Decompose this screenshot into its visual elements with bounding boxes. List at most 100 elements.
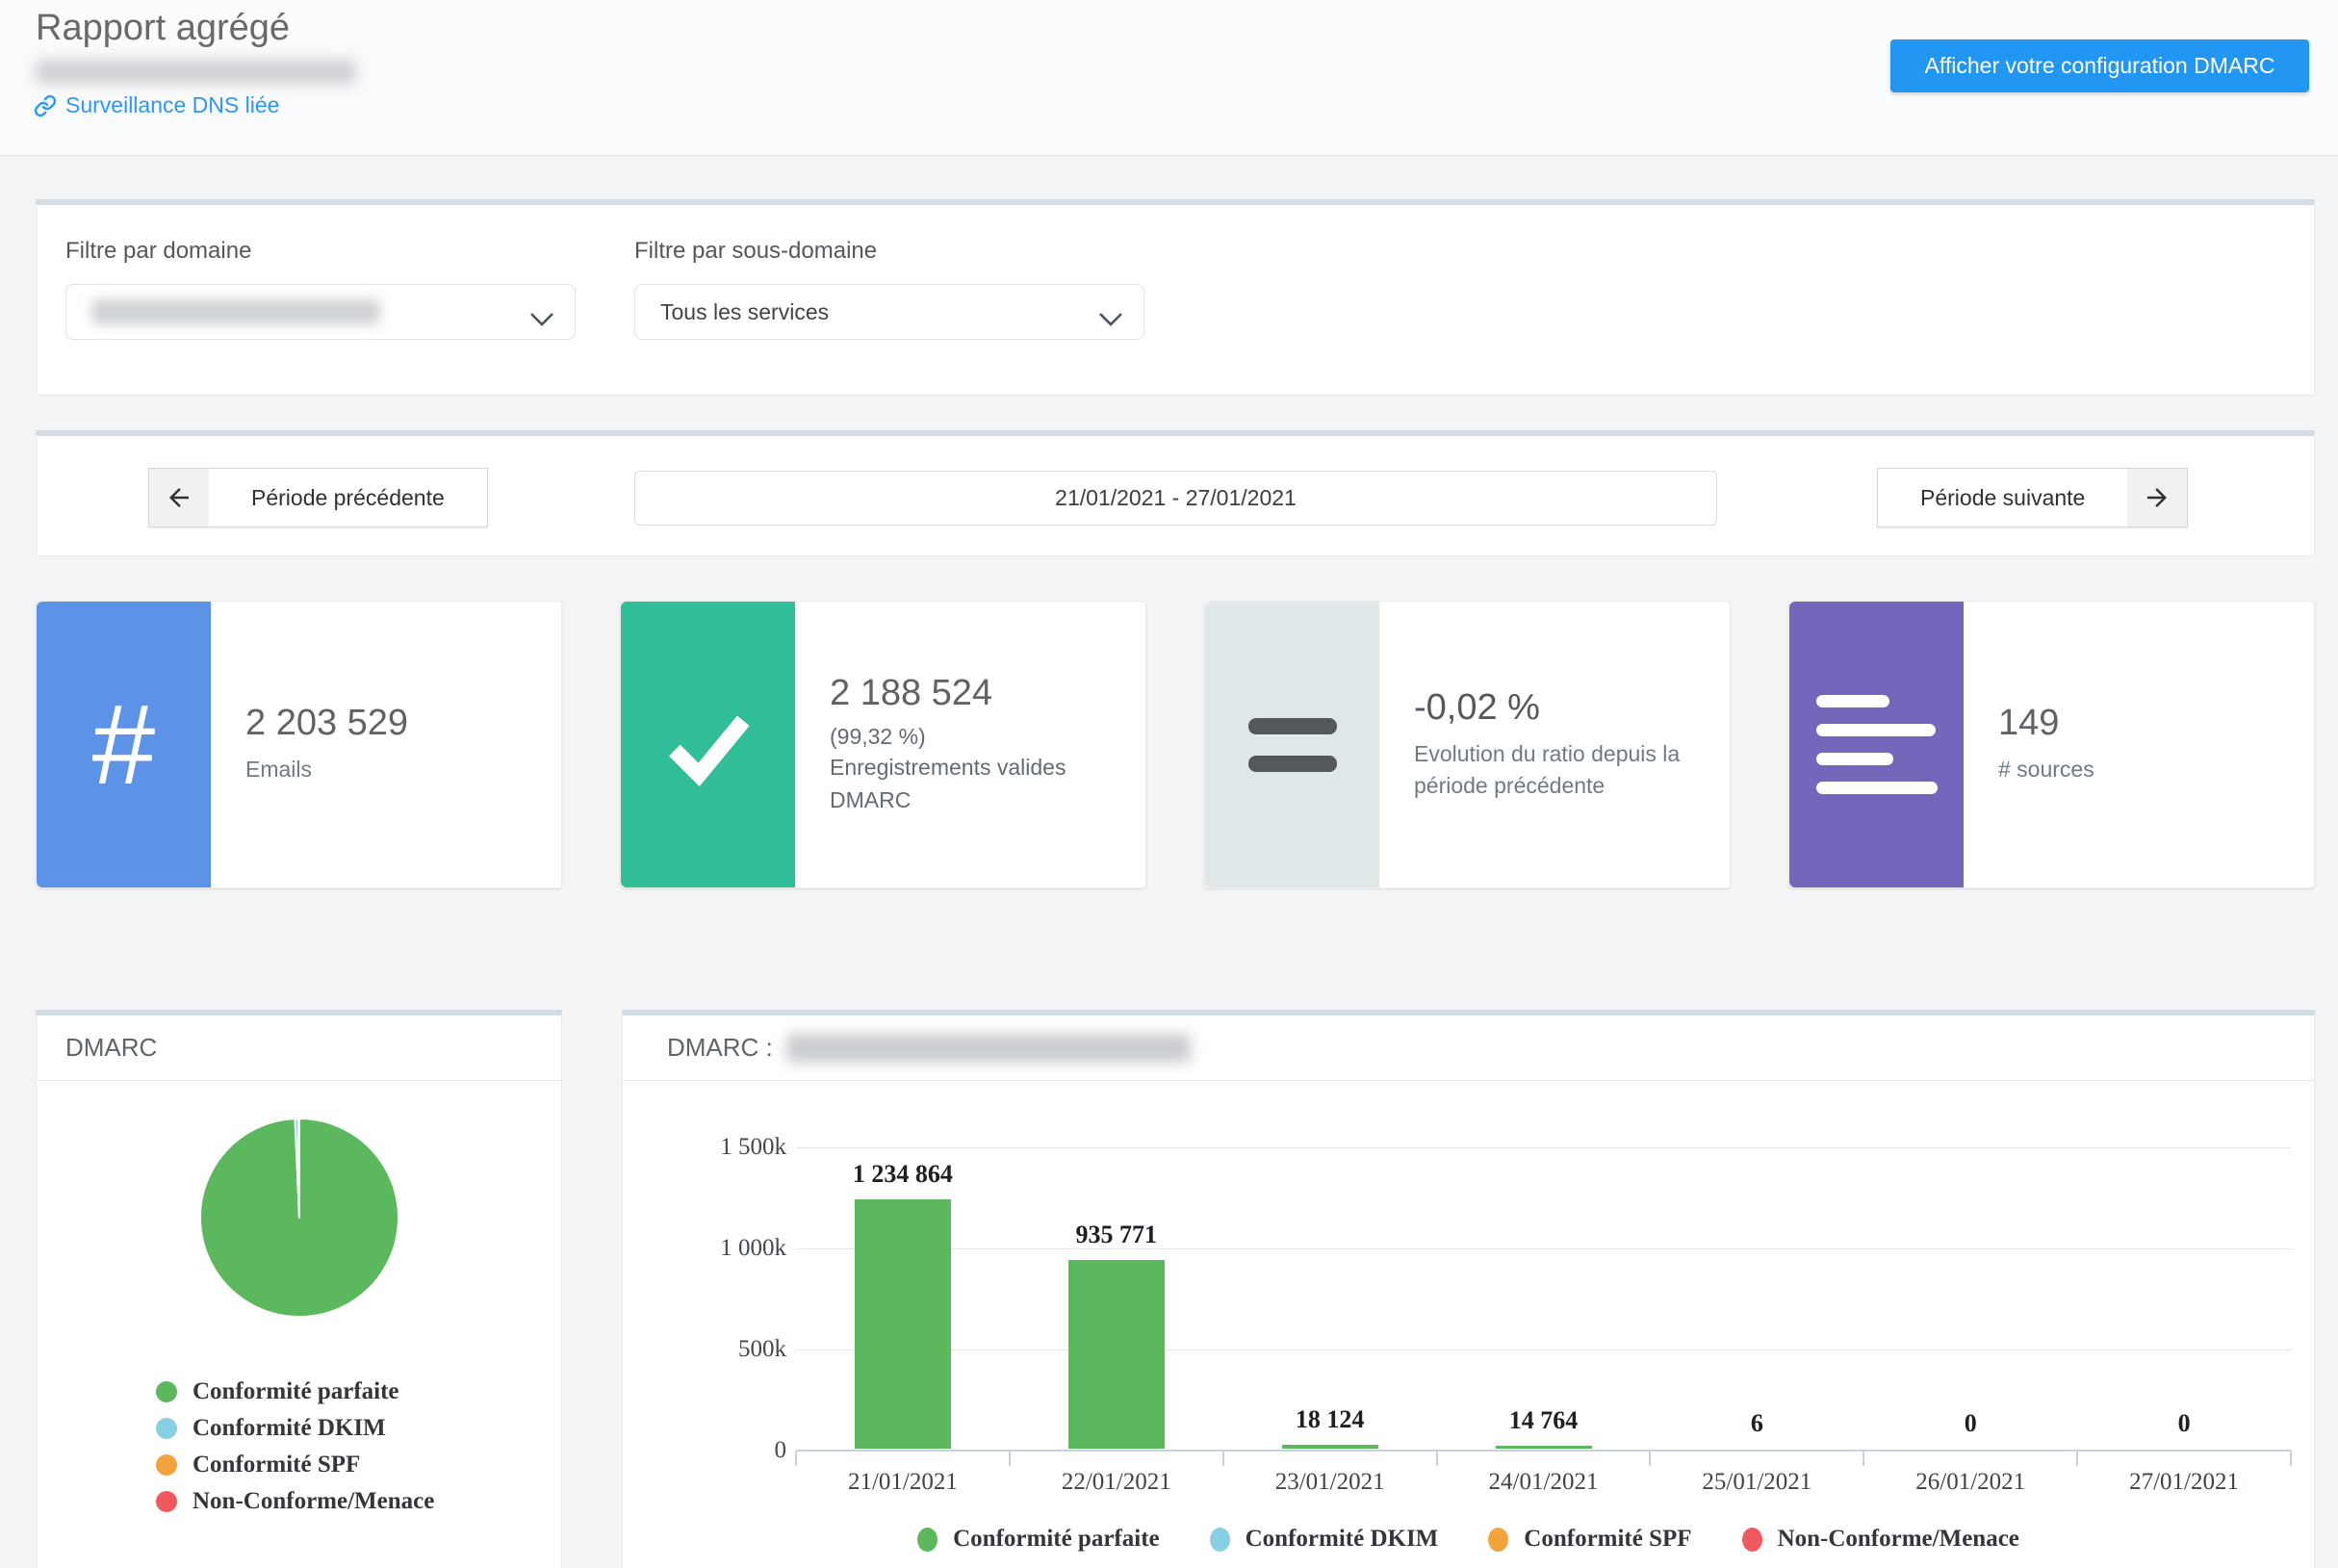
x-tick-mark (1222, 1451, 1224, 1466)
legend-label: Conformité parfaite (953, 1526, 1160, 1553)
arrow-right-icon (2127, 469, 2187, 527)
bar (855, 1199, 951, 1449)
legend-label: Conformité SPF (1524, 1526, 1691, 1553)
period-panel: Période précédente 21/01/2021 - 27/01/20… (36, 430, 2315, 556)
bar-panel-title: DMARC : (667, 1033, 773, 1063)
dns-link-label: Surveillance DNS liée (65, 92, 279, 118)
subdomain-select-value: Tous les services (660, 299, 829, 325)
x-category-label: 24/01/2021 (1437, 1469, 1651, 1496)
x-category-label: 25/01/2021 (1650, 1469, 1863, 1496)
bar-value-label: 0 (1864, 1410, 2076, 1437)
bar-legend-item[interactable]: Non-Conforme/Menace (1742, 1521, 2019, 1557)
x-tick-mark (795, 1451, 797, 1466)
filter-panel: Filtre par domaine Filtre par sous-domai… (36, 199, 2315, 396)
legend-dot (1488, 1528, 1508, 1552)
check-icon (621, 602, 795, 887)
hash-icon: # (37, 602, 211, 887)
bar (1496, 1446, 1592, 1449)
previous-period-button[interactable]: Période précédente (148, 468, 488, 527)
next-period-button[interactable]: Période suivante (1877, 468, 2188, 527)
bar-value-label: 1 234 864 (797, 1161, 1009, 1188)
valid-dmarc-percent: (99,32 %) (830, 724, 1103, 750)
bar-legend-item[interactable]: Conformité SPF (1488, 1521, 1691, 1557)
bar-value-label: 935 771 (1011, 1221, 1222, 1248)
x-tick-mark (2290, 1451, 2292, 1466)
dmarc-pie-panel: DMARC Conformité parfaite Conformité DKIM… (36, 1010, 562, 1568)
sources-count: 149 (1998, 703, 2295, 744)
pie-panel-title: DMARC (37, 1015, 561, 1081)
legend-dot (156, 1491, 177, 1512)
legend-dot (156, 1381, 177, 1402)
arrow-left-icon (149, 469, 209, 527)
y-tick-label: 1 500k (632, 1135, 786, 1160)
redacted-domain-value (91, 299, 380, 324)
dmarc-bar-chart: 0500k1 000k1 500k1 234 86421/01/2021935 … (796, 1147, 2291, 1451)
chevron-down-icon (1099, 306, 1122, 332)
x-axis-line (796, 1450, 2291, 1452)
valid-dmarc-count: 2 188 524 (830, 673, 1103, 714)
x-category-label: 22/01/2021 (1010, 1469, 1223, 1496)
previous-period-label: Période précédente (209, 469, 487, 527)
x-category-label: 21/01/2021 (796, 1469, 1010, 1496)
bar (1068, 1260, 1165, 1450)
dmarc-pie-chart (197, 1116, 401, 1320)
legend-dot (156, 1454, 177, 1476)
bar-value-label: 6 (1651, 1410, 1863, 1437)
legend-dot (156, 1418, 177, 1439)
pie-legend-item[interactable]: Non-Conforme/Menace (156, 1483, 434, 1520)
list-icon (1789, 602, 1964, 887)
pie-legend-item[interactable]: Conformité SPF (156, 1447, 434, 1483)
gridline (796, 1147, 2291, 1148)
stat-card-emails: # 2 203 529 Emails (36, 601, 562, 888)
dns-monitoring-link[interactable]: Surveillance DNS liée (34, 92, 279, 118)
legend-dot (1210, 1528, 1230, 1552)
date-range-input[interactable]: 21/01/2021 - 27/01/2021 (634, 471, 1717, 526)
legend-dot (917, 1528, 938, 1552)
pie-legend-item[interactable]: Conformité DKIM (156, 1410, 434, 1447)
redacted-domain-subtitle (36, 60, 356, 84)
bar-legend-item[interactable]: Conformité parfaite (917, 1521, 1160, 1557)
ratio-evolution-value: -0,02 % (1414, 687, 1707, 729)
x-tick-mark (1009, 1451, 1011, 1466)
bar (1282, 1445, 1378, 1449)
legend-label: Conformité parfaite (193, 1378, 399, 1405)
stat-card-sources: 149 # sources (1788, 601, 2315, 888)
equals-icon (1205, 602, 1379, 887)
subdomain-filter-label: Filtre par sous-domaine (634, 238, 877, 265)
top-header: Rapport agrégé Surveillance DNS liée Aff… (0, 0, 2338, 156)
stat-card-ratio-evolution: -0,02 % Evolution du ratio depuis la pér… (1204, 601, 1731, 888)
pie-legend-item[interactable]: Conformité parfaite (156, 1374, 434, 1410)
x-category-label: 23/01/2021 (1223, 1469, 1437, 1496)
subdomain-select[interactable]: Tous les services (634, 284, 1144, 340)
bar-value-label: 14 764 (1438, 1407, 1650, 1434)
domain-filter-label: Filtre par domaine (65, 238, 251, 265)
x-category-label: 27/01/2021 (2077, 1469, 2291, 1496)
x-tick-mark (1863, 1451, 1864, 1466)
bar-value-label: 0 (2078, 1410, 2290, 1437)
next-period-label: Période suivante (1878, 469, 2127, 527)
ratio-evolution-label: Evolution du ratio depuis la période pré… (1414, 738, 1707, 803)
emails-count: 2 203 529 (245, 703, 542, 744)
x-category-label: 26/01/2021 (1863, 1469, 2077, 1496)
domain-select[interactable] (65, 284, 576, 340)
bar-value-label: 18 124 (1224, 1406, 1436, 1433)
sources-label: # sources (1998, 754, 2295, 785)
valid-dmarc-label: Enregistrements valides DMARC (830, 752, 1103, 816)
pie-legend: Conformité parfaite Conformité DKIM Confor… (156, 1374, 434, 1520)
legend-label: Conformité DKIM (1246, 1526, 1439, 1553)
emails-label: Emails (245, 754, 542, 785)
gridline (796, 1248, 2291, 1249)
redacted-domain-title (786, 1034, 1191, 1063)
y-tick-label: 1 000k (632, 1236, 786, 1261)
stat-card-valid-dmarc: 2 188 524 (99,32 %) Enregistrements vali… (620, 601, 1146, 888)
legend-label: Non-Conforme/Menace (1778, 1526, 2019, 1553)
x-tick-mark (2076, 1451, 2078, 1466)
bar-legend: Conformité parfaite Conformité DKIM Confor… (623, 1521, 2314, 1557)
chevron-down-icon (530, 306, 553, 332)
bar-legend-item[interactable]: Conformité DKIM (1210, 1521, 1439, 1557)
link-icon (34, 94, 57, 117)
legend-label: Conformité SPF (193, 1452, 360, 1478)
x-tick-mark (1436, 1451, 1438, 1466)
y-tick-label: 0 (632, 1438, 786, 1463)
show-dmarc-config-button[interactable]: Afficher votre configuration DMARC (1890, 39, 2309, 92)
